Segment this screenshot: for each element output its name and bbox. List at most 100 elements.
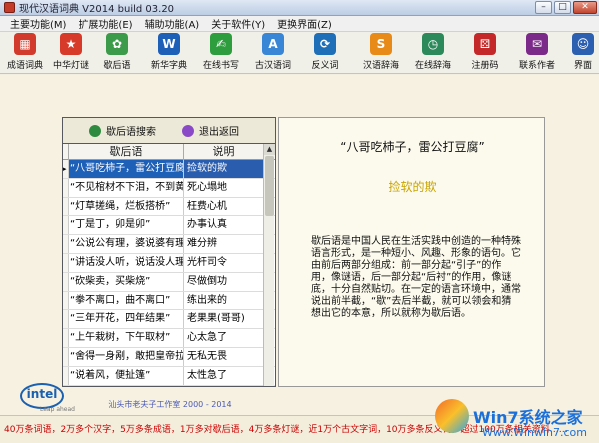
riddle-cell[interactable]: “砍柴卖，买柴烧” — [69, 272, 184, 291]
table-row[interactable]: “灯草搓绳，烂板搭桥” 枉费心机 — [63, 197, 275, 217]
meaning-cell[interactable]: 尽做倒功 — [184, 272, 264, 291]
detail-panel: “八哥吃柿子，雷公打豆腐” 捡软的欺 歇后语是中国人民在生活实践中创造的一种特殊… — [278, 117, 545, 387]
exit-button[interactable]: 退出返回 — [182, 123, 239, 138]
search-button[interactable]: 歇后语搜索 — [89, 123, 156, 138]
meaning-cell[interactable]: 太性急了 — [184, 366, 264, 385]
meaning-cell[interactable]: 光杆司令 — [184, 253, 264, 272]
table-header: 歇后语 说明 — [63, 144, 275, 160]
toolbar-label: 歇后语 — [103, 61, 131, 71]
toolbar-button-7[interactable]: ⟳ 反义词 — [302, 33, 348, 73]
search-icon — [89, 124, 101, 137]
column-header-riddle[interactable]: 歇后语 — [69, 144, 184, 160]
menu-extend[interactable]: 扩展功能(E) — [78, 16, 132, 31]
close-button[interactable]: ✕ — [573, 1, 597, 14]
mail-icon: ✉ — [526, 33, 548, 55]
meaning-cell[interactable]: 难分辨 — [184, 235, 264, 253]
dice-icon: ⚄ — [474, 33, 496, 55]
menu-bar: 主要功能(M) 扩展功能(E) 辅助功能(A) 关于软件(Y) 更换界面(Z) — [0, 16, 599, 32]
table-row[interactable]: ▸ “八哥吃柿子，雷公打豆腐” 捡软的欺 — [63, 160, 275, 179]
table-row[interactable]: “说着风，便扯篷” 太性急了 — [63, 366, 275, 386]
toolbar-label: 在线辞海 — [414, 61, 451, 71]
toolbar-button-8[interactable]: S 汉语辞海 — [358, 33, 404, 73]
s-icon: S — [370, 33, 392, 55]
toolbar-label: 成语词典 — [6, 61, 43, 71]
riddle-cell[interactable]: “丁是丁，卯是卯” — [69, 216, 184, 235]
toolbar-label: 界面 — [573, 61, 592, 71]
meaning-cell[interactable]: 心太急了 — [184, 329, 264, 347]
toolbar-button-4[interactable]: W 新华字典 — [146, 33, 192, 73]
toolbar-button-5[interactable]: ✍ 在线书写 — [198, 33, 244, 73]
riddle-cell[interactable]: “拳不离口，曲不离口” — [69, 291, 184, 310]
riddle-cell[interactable]: “公说公有理，婆说婆有理” — [69, 235, 184, 253]
toolbar-button-6[interactable]: A 古汉语词 — [250, 33, 296, 73]
leaf-icon: ✿ — [106, 33, 128, 55]
pen-icon: ✍ — [210, 33, 232, 55]
riddle-cell[interactable]: “说着风，便扯篷” — [69, 366, 184, 385]
toolbar-button-9[interactable]: ◷ 在线辞海 — [410, 33, 456, 73]
table-row[interactable]: “讲话没人听，说话没人理” 光杆司令 — [63, 253, 275, 273]
column-header-meaning[interactable]: 说明 — [184, 144, 264, 160]
meaning-cell[interactable]: 无私无畏 — [184, 347, 264, 366]
toolbar: ▦ 成语词典 ★ 中华灯谜 ✿ 歇后语 W 新华字典 ✍ 在线书写 A 古汉语词 ⟳ 反义词 S 汉语辞海 ◷ 在… — [0, 32, 599, 74]
table-row[interactable]: “三年开花，四年结果” 老果果(哥哥) — [63, 310, 275, 330]
watermark: Win7系统之家 Www.Winwin7.com — [435, 392, 595, 440]
description-text: 歇后语是中国人民在生活实践中创造的一种特殊语言形式，是一种短小、风趣、形象的语句… — [311, 236, 521, 319]
riddle-cell[interactable]: “灯草搓绳，烂板搭桥” — [69, 197, 184, 216]
table-row[interactable]: “不见棺材不下泪，不到黄河不死心”死心塌地 — [63, 178, 275, 198]
toolbar-label: 新华字典 — [150, 61, 187, 71]
maximize-button[interactable]: □ — [554, 1, 571, 14]
toolbar-label: 联系作者 — [518, 61, 555, 71]
riddle-table: 歇后语 说明 ▸“八哥吃柿子，雷公打豆腐”捡软的欺“不见棺材不下泪，不到黄河不死… — [63, 144, 275, 386]
scroll-up-icon[interactable]: ▲ — [264, 144, 275, 155]
scroll-thumb[interactable] — [265, 156, 274, 216]
toolbar-button-11[interactable]: ✉ 联系作者 — [514, 33, 560, 73]
toolbar-label: 反义词 — [311, 61, 339, 71]
table-row[interactable]: “公说公有理，婆说婆有理” 难分辨 — [63, 235, 275, 254]
riddle-cell[interactable]: “讲话没人听，说话没人理” — [69, 253, 184, 272]
meaning-cell[interactable]: 老果果(哥哥) — [184, 310, 264, 329]
search-label: 歇后语搜索 — [106, 127, 156, 138]
meaning-cell[interactable]: 练出来的 — [184, 291, 264, 310]
riddle-cell[interactable]: “不见棺材不下泪，不到黄河不死心” — [69, 178, 184, 197]
toolbar-label: 中华灯谜 — [52, 61, 89, 71]
meaning-cell[interactable]: 捡软的欺 — [184, 160, 264, 178]
title-bar: 现代汉语词典 V2014 build 03.20 – □ ✕ — [0, 0, 599, 16]
star-icon: ★ — [60, 33, 82, 55]
book-icon: W — [158, 33, 180, 55]
toolbar-label: 汉语辞海 — [362, 61, 399, 71]
toolbar-button-2[interactable]: ★ 中华灯谜 — [48, 33, 94, 73]
toolbar-label: 在线书写 — [202, 61, 239, 71]
meaning-cell[interactable]: 办事认真 — [184, 216, 264, 235]
menu-about[interactable]: 关于软件(Y) — [211, 16, 265, 31]
menu-assist[interactable]: 辅助功能(A) — [145, 16, 200, 31]
toolbar-button-10[interactable]: ⚄ 注册码 — [462, 33, 508, 73]
selected-riddle: “八哥吃柿子，雷公打豆腐” — [340, 140, 485, 154]
riddle-cell[interactable]: “舍得一身剐，敢把皇帝拉下马” — [69, 347, 184, 366]
circle-a-icon: A — [262, 33, 284, 55]
riddle-cell[interactable]: “三年开花，四年结果” — [69, 310, 184, 329]
vertical-scrollbar[interactable]: ▲ — [263, 144, 275, 386]
watermark-url: Www.Winwin7.com — [481, 426, 587, 439]
riddle-cell[interactable]: “上午栽树，下午取材” — [69, 329, 184, 347]
minimize-button[interactable]: – — [535, 1, 552, 14]
menu-main[interactable]: 主要功能(M) — [10, 16, 66, 31]
exit-icon — [182, 124, 194, 137]
table-row[interactable]: “上午栽树，下午取材” 心太急了 — [63, 329, 275, 348]
clock-icon: ◷ — [422, 33, 444, 55]
toolbar-button-12[interactable]: ☺ 界面 — [560, 33, 599, 73]
menu-skin[interactable]: 更换界面(Z) — [277, 16, 332, 31]
table-row[interactable]: “舍得一身剐，敢把皇帝拉下马”无私无畏 — [63, 347, 275, 367]
refresh-icon: ⟳ — [314, 33, 336, 55]
search-bar: 歇后语搜索 退出返回 — [63, 118, 275, 144]
table-row[interactable]: “砍柴卖，买柴烧” 尽做倒功 — [63, 272, 275, 292]
exit-label: 退出返回 — [199, 127, 239, 138]
toolbar-button-3[interactable]: ✿ 歇后语 — [94, 33, 140, 73]
table-row[interactable]: “丁是丁，卯是卯” 办事认真 — [63, 216, 275, 236]
toolbar-button-1[interactable]: ▦ 成语词典 — [2, 33, 48, 73]
meaning-cell[interactable]: 死心塌地 — [184, 178, 264, 197]
window-title: 现代汉语词典 V2014 build 03.20 — [19, 4, 175, 15]
grid-icon: ▦ — [14, 33, 36, 55]
riddle-cell[interactable]: “八哥吃柿子，雷公打豆腐” — [69, 160, 184, 178]
meaning-cell[interactable]: 枉费心机 — [184, 197, 264, 216]
table-row[interactable]: “拳不离口，曲不离口” 练出来的 — [63, 291, 275, 311]
